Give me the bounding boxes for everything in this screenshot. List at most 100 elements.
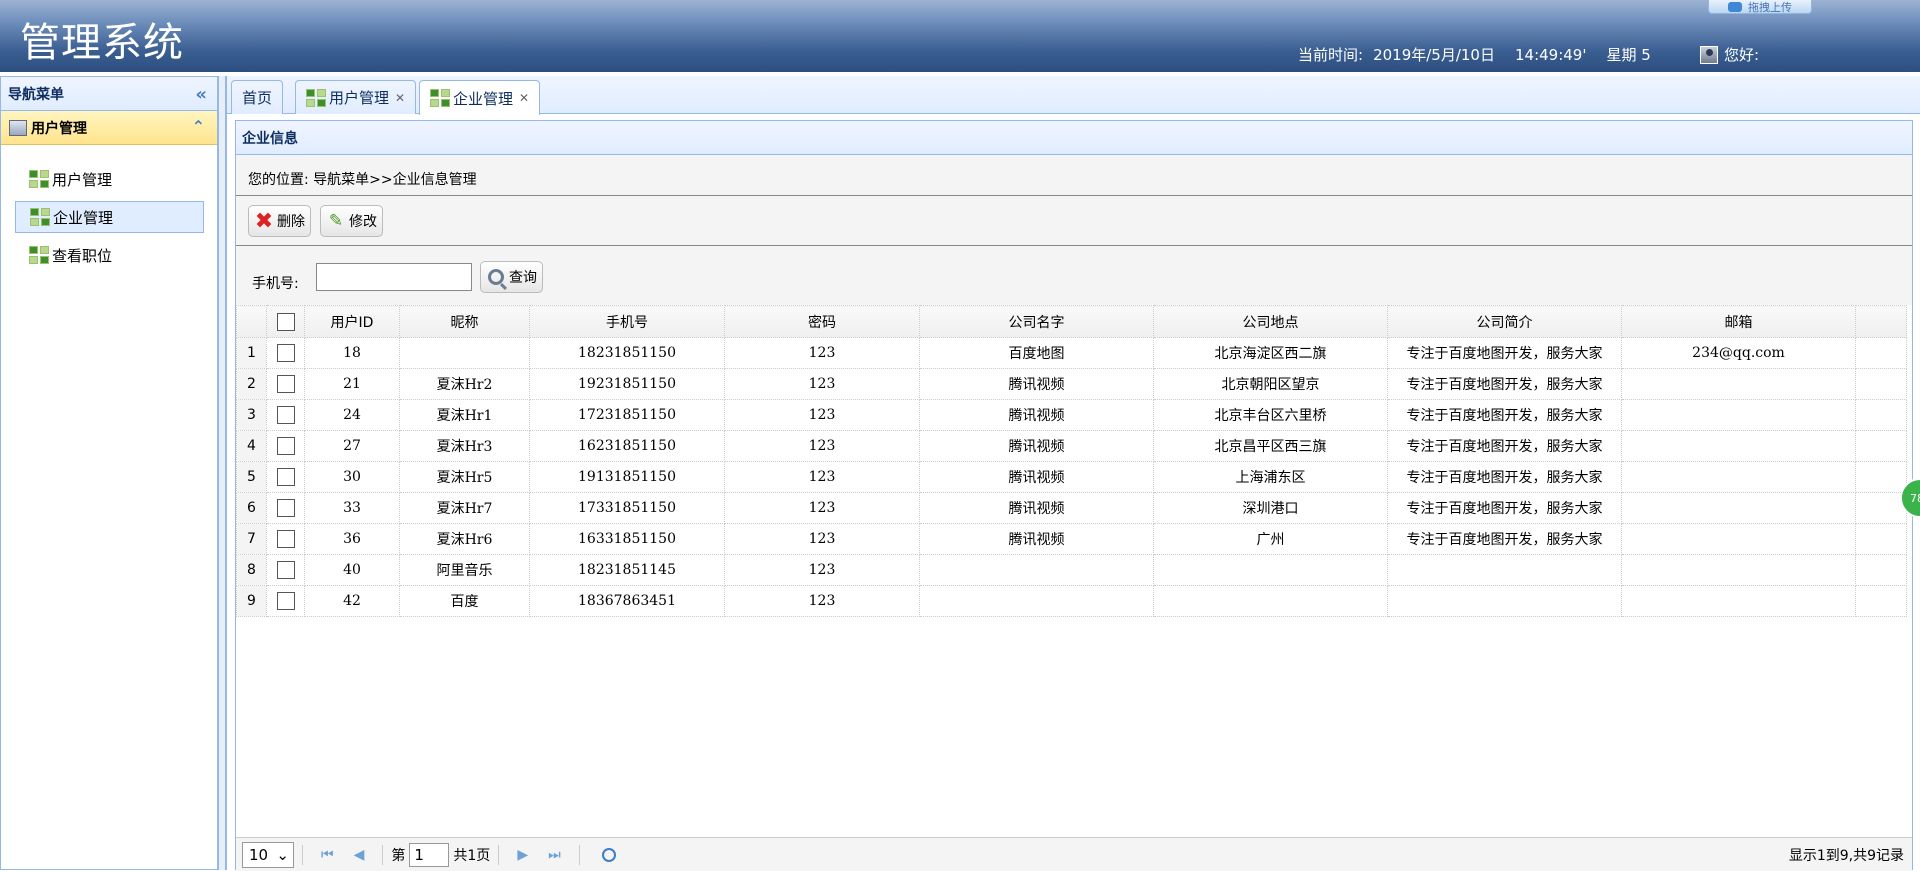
row-checkbox[interactable]: [276, 344, 295, 362]
column-header[interactable]: 手机号: [529, 305, 725, 338]
row-checkbox-cell: [266, 368, 305, 400]
row-checkbox[interactable]: [276, 468, 295, 486]
first-page-icon[interactable]: ⏮: [321, 847, 334, 863]
row-checkbox[interactable]: [276, 530, 295, 548]
tab-user-management[interactable]: 用户管理 ✕: [295, 80, 417, 114]
app-header: 管理系统 当前时间: 2019年/5月/10日 14:49:49' 星期 5 您好:: [0, 0, 1920, 72]
cell-company-name: 腾讯视频: [919, 492, 1154, 524]
row-checkbox[interactable]: [276, 437, 295, 455]
tab-label: 企业管理: [453, 89, 514, 108]
next-page-icon[interactable]: ▶: [517, 847, 528, 863]
cell-user-id: 36: [304, 523, 400, 555]
tab-company-management[interactable]: 企业管理 ✕: [419, 80, 541, 115]
chevron-up-icon[interactable]: ⌃: [192, 117, 205, 136]
row-checkbox[interactable]: [276, 561, 295, 579]
cell-phone: 18231851145: [529, 554, 725, 586]
cell-company-name: [919, 585, 1154, 617]
row-filler: [1855, 430, 1907, 462]
column-header[interactable]: 用户ID: [304, 305, 400, 338]
table-row[interactable]: 5 30 夏沫Hr5 19131851150 123 腾讯视频 上海浦东区 专注…: [236, 461, 1907, 493]
select-all-header: [266, 305, 305, 338]
page-size-select[interactable]: 10 ⌄: [242, 841, 294, 868]
current-clock: 14:49:49': [1514, 46, 1587, 64]
upload-button[interactable]: 拖拽上传: [1708, 0, 1812, 14]
cell-nickname: 夏沫Hr3: [399, 430, 530, 462]
delete-button[interactable]: ✖ 删除: [248, 205, 311, 237]
row-number: 6: [236, 492, 267, 524]
close-icon[interactable]: ✕: [519, 91, 529, 105]
row-checkbox-cell: [266, 492, 305, 524]
page-number-input[interactable]: 1: [409, 842, 450, 867]
cell-user-id: 30: [304, 461, 400, 493]
column-header[interactable]: 公司地点: [1153, 305, 1388, 338]
row-number: 1: [236, 337, 267, 369]
layout-splitter[interactable]: [218, 76, 226, 870]
cell-company-intro: 专注于百度地图开发，服务大家: [1387, 523, 1622, 555]
column-header[interactable]: 密码: [724, 305, 920, 338]
table-row[interactable]: 1 18 18231851150 123 百度地图 北京海淀区西二旗 专注于百度…: [236, 337, 1907, 369]
divider: [578, 844, 580, 865]
collapse-icon[interactable]: «: [195, 84, 207, 105]
sidebar: 导航菜单 « 用户管理 ⌃ 用户管理 企业管理 查看职位: [0, 76, 218, 870]
tab-bar: 首页 用户管理 ✕ 企业管理 ✕: [227, 76, 1920, 115]
sidebar-group-user-management[interactable]: 用户管理 ⌃: [1, 111, 217, 145]
edit-button[interactable]: ✎ 修改: [320, 205, 383, 237]
upload-label: 拖拽上传: [1748, 0, 1792, 14]
company-table: 用户ID 昵称 手机号 密码 公司名字 公司地点 公司简介 邮箱 1 18 18…: [236, 305, 1912, 617]
table-row[interactable]: 4 27 夏沫Hr3 16231851150 123 腾讯视频 北京昌平区西三旗…: [236, 430, 1907, 462]
row-number-header: [236, 305, 267, 338]
column-header[interactable]: 昵称: [399, 305, 530, 338]
cell-company-intro: 专注于百度地图开发，服务大家: [1387, 461, 1622, 493]
table-row[interactable]: 8 40 阿里音乐 18231851145 123: [236, 554, 1907, 586]
divider: [498, 844, 500, 865]
toolbar-area: 您的位置: 导航菜单>>企业信息管理 ✖ 删除 ✎ 修改 手机号: 查询: [236, 155, 1912, 305]
column-header[interactable]: 公司简介: [1387, 305, 1622, 338]
table-row[interactable]: 2 21 夏沫Hr2 19231851150 123 腾讯视频 北京朝阳区望京 …: [236, 368, 1907, 400]
row-number: 3: [236, 399, 267, 431]
sidebar-item-user-management[interactable]: 用户管理: [15, 163, 204, 195]
cell-user-id: 21: [304, 368, 400, 400]
table-row[interactable]: 9 42 百度 18367863451 123: [236, 585, 1907, 617]
last-page-icon[interactable]: ⏭: [548, 847, 561, 863]
select-all-checkbox[interactable]: [276, 312, 295, 331]
page-prefix: 第: [391, 847, 406, 864]
current-date: 2019年/5月/10日: [1373, 46, 1495, 64]
cell-email: [1621, 399, 1856, 431]
row-checkbox[interactable]: [276, 375, 295, 393]
cell-company-location: 上海浦东区: [1153, 461, 1388, 493]
edit-label: 修改: [349, 214, 377, 230]
divider: [236, 195, 1912, 196]
cell-email: [1621, 368, 1856, 400]
tab-home[interactable]: 首页: [231, 80, 284, 114]
sidebar-group-label: 用户管理: [31, 120, 87, 137]
close-icon[interactable]: ✕: [395, 91, 405, 105]
table-header: 用户ID 昵称 手机号 密码 公司名字 公司地点 公司简介 邮箱: [236, 305, 1907, 338]
refresh-icon[interactable]: [601, 847, 616, 862]
prev-page-icon[interactable]: ◀: [354, 847, 365, 863]
cell-password: 123: [724, 399, 920, 431]
row-filler: [1855, 523, 1907, 555]
row-checkbox[interactable]: [276, 406, 295, 424]
phone-input[interactable]: [316, 263, 472, 291]
sidebar-item-company-management[interactable]: 企业管理: [15, 201, 204, 233]
row-checkbox-cell: [266, 585, 305, 617]
chevron-down-icon: ⌄: [276, 845, 289, 864]
cell-user-id: 24: [304, 399, 400, 431]
table-row[interactable]: 3 24 夏沫Hr1 17231851150 123 腾讯视频 北京丰台区六里桥…: [236, 399, 1907, 431]
row-checkbox-cell: [266, 337, 305, 369]
cell-phone: 17331851150: [529, 492, 725, 524]
pagination-bar: 10 ⌄ ⏮ ◀ 第 1 共1页 ▶ ⏭ 显示1到9,共9记录: [236, 837, 1912, 871]
row-checkbox[interactable]: [276, 592, 295, 610]
cell-password: 123: [724, 554, 920, 586]
cell-user-id: 42: [304, 585, 400, 617]
sidebar-item-view-positions[interactable]: 查看职位: [15, 239, 204, 271]
search-button[interactable]: 查询: [480, 261, 543, 293]
row-number: 4: [236, 430, 267, 462]
cell-company-location: 广州: [1153, 523, 1388, 555]
table-row[interactable]: 7 36 夏沫Hr6 16331851150 123 腾讯视频 广州 专注于百度…: [236, 523, 1907, 555]
cell-company-intro: 专注于百度地图开发，服务大家: [1387, 368, 1622, 400]
row-checkbox[interactable]: [276, 499, 295, 517]
table-row[interactable]: 6 33 夏沫Hr7 17331851150 123 腾讯视频 深圳港口 专注于…: [236, 492, 1907, 524]
column-header[interactable]: 公司名字: [919, 305, 1154, 338]
column-header[interactable]: 邮箱: [1621, 305, 1856, 338]
